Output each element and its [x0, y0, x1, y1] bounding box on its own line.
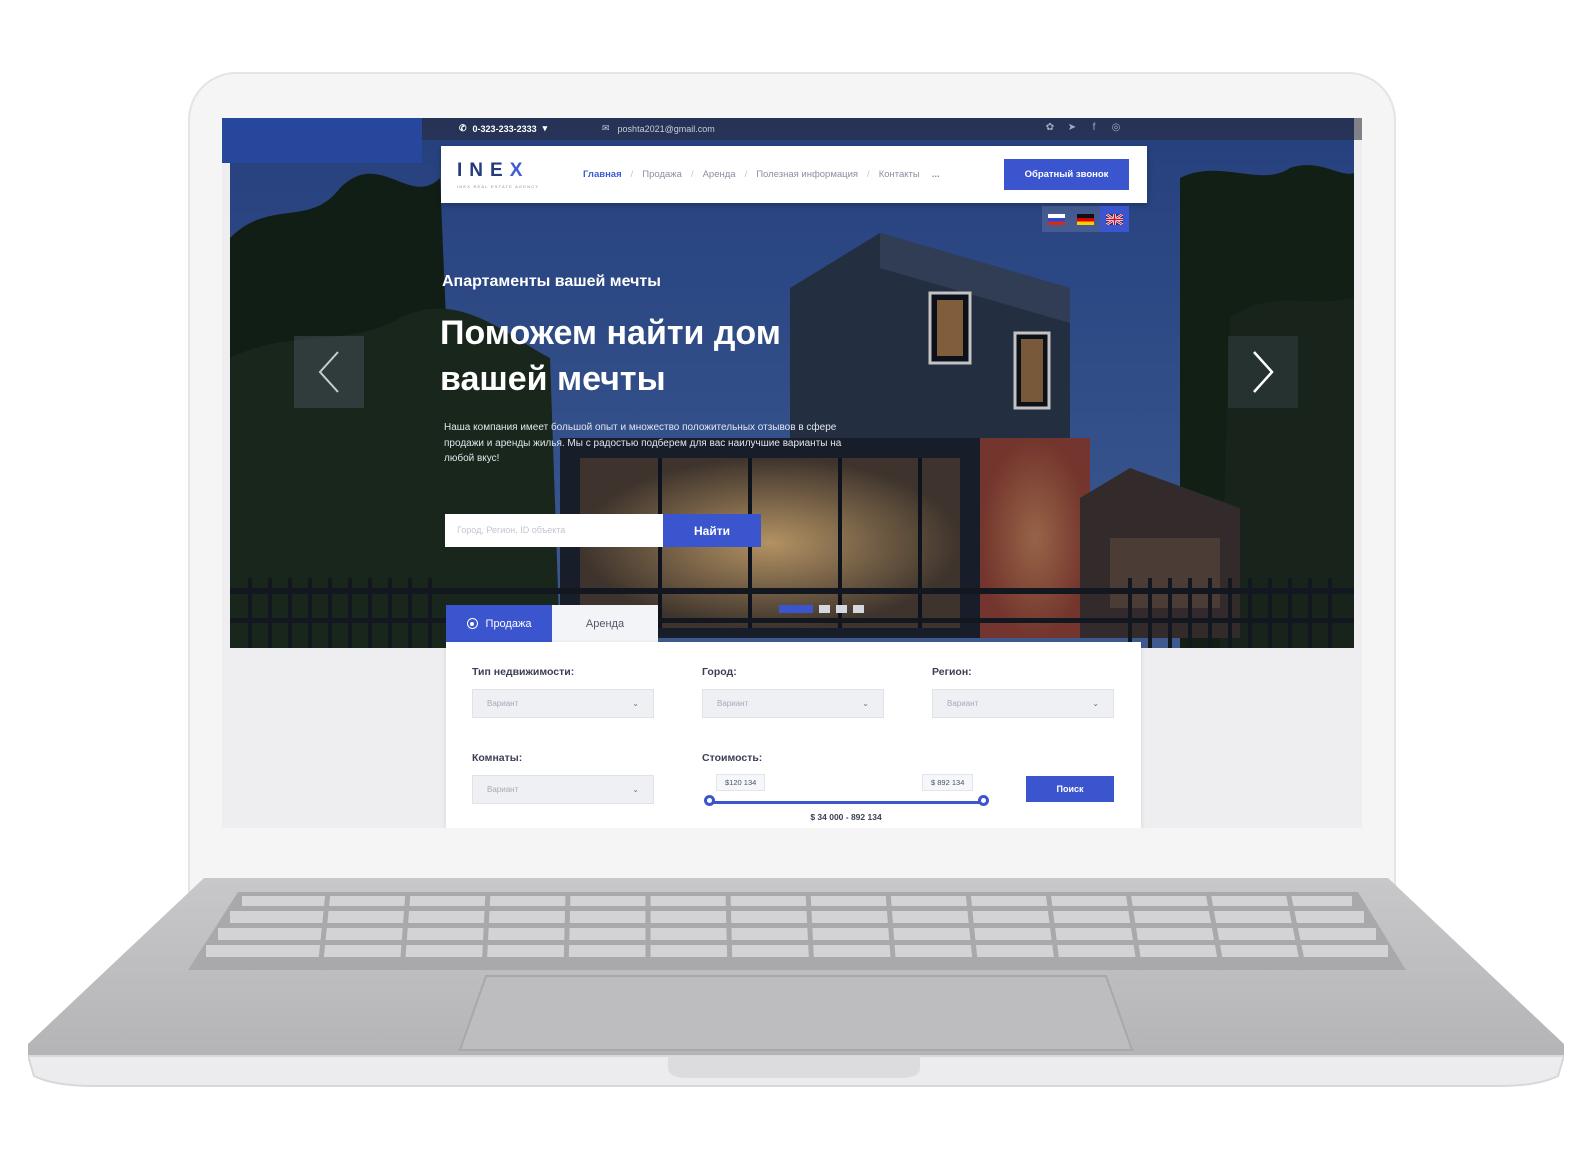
tab-sale-label: Продажа	[485, 617, 532, 630]
instagram-icon[interactable]: ◎	[1110, 122, 1122, 134]
hero-subtitle: Апартаменты вашей мечты	[442, 273, 661, 290]
filter-search-button[interactable]: Поиск	[1026, 776, 1114, 802]
city-select-value: Вариант	[717, 699, 749, 708]
rss-icon[interactable]: ✿	[1044, 122, 1056, 134]
hero-search-input[interactable]: Город, Регион, ID объекта	[445, 514, 663, 547]
rooms-select-value: Вариант	[487, 785, 519, 794]
price-slider-min-handle[interactable]	[704, 795, 715, 806]
flag-en-icon[interactable]	[1100, 206, 1129, 232]
find-button[interactable]: Найти	[663, 514, 761, 547]
slider-dot[interactable]	[819, 605, 830, 613]
nav-item-contacts[interactable]: Контакты	[879, 169, 920, 180]
slider-next-button[interactable]	[1228, 336, 1298, 408]
telegram-icon[interactable]: ➤	[1066, 122, 1078, 134]
email-address: poshta2021@gmail.com	[617, 123, 715, 134]
chevron-down-icon: ▾	[542, 123, 548, 133]
main-header: INEX INEX REAL ESTATE AGENCY Главная / П…	[441, 146, 1147, 203]
slider-dot[interactable]	[836, 605, 847, 613]
chevron-down-icon: ⌄	[632, 699, 639, 708]
chevron-down-icon: ⌄	[862, 699, 869, 708]
chevron-right-icon	[1253, 351, 1274, 393]
laptop-keyboard-image	[28, 878, 1564, 1087]
price-range-text: $ 34 000 - 892 134	[810, 812, 882, 822]
region-select-value: Вариант	[947, 699, 979, 708]
nav-item-sale[interactable]: Продажа	[642, 169, 682, 180]
logo-text: INE	[457, 160, 510, 181]
facebook-icon[interactable]: f	[1088, 122, 1100, 134]
chevron-down-icon: ⌄	[632, 785, 639, 794]
price-slider-max-handle[interactable]	[978, 795, 989, 806]
price-max-tag: $ 892 134	[922, 774, 974, 791]
nav-item-home[interactable]: Главная	[583, 169, 622, 180]
phone-number: 0-323-233-2333	[472, 123, 537, 134]
nav-item-info[interactable]: Полезная информация	[756, 169, 858, 180]
hero-description: Наша компания имеет большой опыт и множе…	[444, 422, 842, 464]
slider-dots	[779, 605, 864, 613]
type-select-value: Вариант	[487, 699, 519, 708]
chevron-down-icon: ⌄	[1092, 699, 1099, 708]
price-slider-track[interactable]	[710, 801, 984, 804]
logo[interactable]: INEX INEX REAL ESTATE AGENCY	[457, 160, 539, 189]
tab-rent[interactable]: Аренда	[552, 605, 658, 642]
nav-more[interactable]: ...	[932, 169, 940, 180]
tab-sale[interactable]: Продажа	[446, 605, 552, 642]
filter-tabs: Продажа Аренда	[446, 605, 658, 642]
slider-dot[interactable]	[853, 605, 864, 613]
language-switcher	[1042, 206, 1129, 232]
price-min-tag: $120 134	[716, 774, 766, 791]
main-nav: Главная / Продажа / Аренда / Полезная ин…	[583, 169, 940, 180]
laptop-screen: ✆ 0-323-233-2333 ▾ ✉ poshta2021@gmail.co…	[222, 118, 1362, 828]
logo-x: X	[509, 160, 530, 181]
topbar-email[interactable]: ✉ poshta2021@gmail.com	[602, 123, 715, 134]
topbar-phone[interactable]: ✆ 0-323-233-2333 ▾	[459, 123, 547, 134]
flag-ru-icon[interactable]	[1042, 206, 1071, 232]
region-label: Регион:	[932, 666, 972, 678]
chevron-left-icon	[318, 351, 339, 393]
region-select[interactable]: Вариант ⌄	[932, 689, 1114, 718]
flag-de-icon[interactable]	[1071, 206, 1100, 232]
mail-icon: ✉	[602, 123, 610, 133]
slider-dot[interactable]	[779, 605, 813, 613]
price-label: Стоимость:	[702, 752, 763, 764]
rooms-label: Комнаты:	[472, 752, 523, 764]
rooms-select[interactable]: Вариант ⌄	[472, 775, 654, 804]
social-links: ✿ ➤ f ◎	[1044, 122, 1122, 134]
hero-title: Поможем найти дом вашей мечты	[440, 314, 781, 398]
top-bar	[222, 118, 1362, 163]
laptop-base	[28, 878, 1564, 1090]
callback-button[interactable]: Обратный звонок	[1004, 159, 1129, 190]
type-label: Тип недвижимости:	[472, 666, 575, 678]
slider-prev-button[interactable]	[294, 336, 364, 408]
radio-icon	[466, 618, 478, 629]
city-label: Город:	[702, 666, 737, 678]
phone-icon: ✆	[459, 123, 467, 133]
nav-item-rent[interactable]: Аренда	[703, 169, 736, 180]
type-select[interactable]: Вариант ⌄	[472, 689, 654, 718]
property-filter: Тип недвижимости: Вариант ⌄ Город: Вариа…	[446, 642, 1141, 828]
city-select[interactable]: Вариант ⌄	[702, 689, 884, 718]
logo-tagline: INEX REAL ESTATE AGENCY	[457, 184, 540, 189]
